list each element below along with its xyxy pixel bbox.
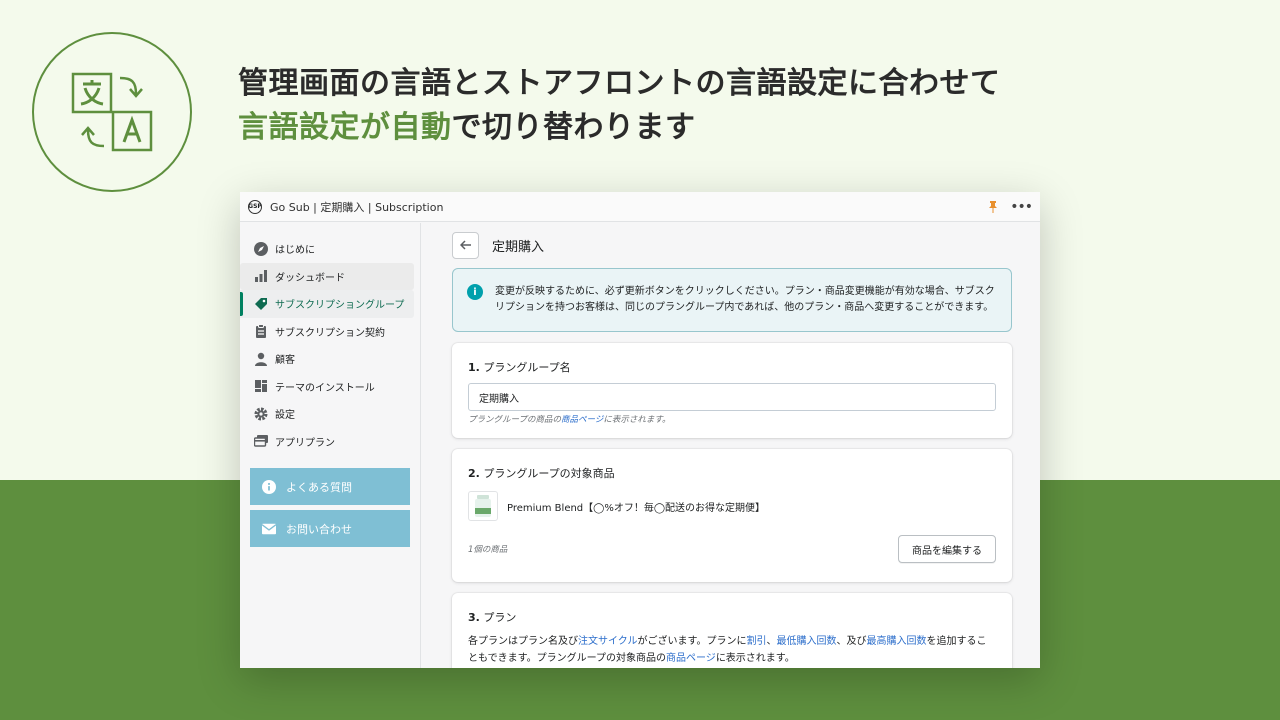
sidebar-item-label: アプリプラン [275,437,335,449]
plans-card: 3. プラン 各プランはプラン名及び注文サイクルがございます。プランに割引、最低… [452,593,1012,668]
card-icon [254,434,268,448]
sidebar-item-app-plan[interactable]: アプリプラン [240,428,414,456]
card-footer: 1個の商品 商品を編集する [468,535,996,563]
sidebar-item-label: サブスクリプション契約 [275,327,385,339]
sidebar-item-label: テーマのインストール [275,382,375,394]
app-logo: GSP [248,199,262,214]
sidebar-item-label: 設定 [275,410,295,422]
product-row[interactable]: Premium Blend【◯%オフ！毎◯配送のお得な定期便】 [468,491,996,521]
sidebar-item-theme-install[interactable]: テーマのインストール [240,373,414,401]
faq-button[interactable]: よくある質問 [250,468,410,505]
clipboard-icon [254,324,268,339]
page-title: 定期購入 [492,239,545,255]
sidebar-item-label: サブスクリプショングループ [275,300,405,312]
main-content: 定期購入 i 変更が反映するために、必ず更新ボタンをクリックしください。プラン・… [422,223,1040,668]
plan-group-name-input[interactable]: 定期購入 [468,383,996,411]
sidebar-item-label: ダッシュボード [275,272,345,284]
info-icon [262,479,276,494]
arrow-left-icon [459,240,471,250]
faq-label: よくある質問 [286,480,352,494]
section-title: 2. プラングループの対象商品 [468,467,615,480]
back-button[interactable] [452,231,479,259]
headline-line-2: 言語設定が自動で切り替わります [238,106,1001,150]
sidebar: はじめに ダッシュボード サブスクリプショングループ サブスクリプション契約 顧… [240,223,421,668]
product-name: Premium Blend【◯%オフ！毎◯配送のお得な定期便】 [507,502,766,514]
title-bar: GSP Go Sub | 定期購入 | Subscription ••• [240,192,1040,222]
mail-icon [262,522,276,536]
app-window: GSP Go Sub | 定期購入 | Subscription ••• はじめ… [240,192,1040,668]
help-text: プラングループの商品の商品ページに表示されます。 [468,415,671,425]
sidebar-item-settings[interactable]: 設定 [240,400,414,428]
sidebar-item-subscription-groups[interactable]: サブスクリプショングループ [240,290,414,318]
discount-link[interactable]: 割引 [747,636,767,647]
person-icon [254,352,268,366]
sidebar-item-subscription-contracts[interactable]: サブスクリプション契約 [240,318,414,346]
more-options-icon[interactable]: ••• [1010,199,1033,215]
section-title: 3. プラン [468,611,517,624]
order-cycle-link[interactable]: 注文サイクル [578,636,638,647]
contact-button[interactable]: お問い合わせ [250,510,410,547]
sidebar-item-label: はじめに [275,245,315,257]
headline-accent: 言語設定が自動 [238,110,452,145]
product-thumbnail [468,491,498,521]
sidebar-item-dashboard[interactable]: ダッシュボード [240,262,414,290]
compass-icon [254,241,268,256]
info-banner: i 変更が反映するために、必ず更新ボタンをクリックしください。プラン・商品変更機… [452,268,1012,332]
max-purchase-link[interactable]: 最高購入回数 [867,636,927,647]
pin-icon[interactable] [988,200,998,213]
headline-line-1: 管理画面の言語とストアフロントの言語設定に合わせて [238,66,1001,101]
plan-group-name-card: 1. プラングループ名 定期購入 プラングループの商品の商品ページに表示されます… [452,343,1012,438]
sidebar-item-customers[interactable]: 顧客 [240,345,414,373]
product-page-link[interactable]: 商品ページ [561,415,603,425]
banner-text: 変更が反映するために、必ず更新ボタンをクリックしください。プラン・商品変更機能が… [495,286,995,313]
bar-chart-icon [254,269,268,283]
info-icon: i [467,284,483,300]
sidebar-item-label: 顧客 [275,355,295,367]
gear-icon [254,407,268,421]
tag-icon [254,297,268,311]
edit-products-button[interactable]: 商品を編集する [898,535,996,563]
headline-rest: で切り替わります [451,110,696,145]
translate-icon [32,32,192,192]
contact-label: お問い合わせ [286,522,352,536]
plans-description: 各プランはプラン名及び注文サイクルがございます。プランに割引、最低購入回数、及び… [468,636,987,664]
product-page-link[interactable]: 商品ページ [666,653,716,664]
page-header: 定期購入 [452,223,1012,267]
product-count: 1個の商品 [468,545,508,555]
target-products-card: 2. プラングループの対象商品 Premium Blend【◯%オフ！毎◯配送の… [452,449,1012,582]
section-title: 1. プラングループ名 [468,361,571,374]
headline: 管理画面の言語とストアフロントの言語設定に合わせて 言語設定が自動で切り替わりま… [238,62,1001,150]
layout-icon [254,379,268,393]
sidebar-item-getting-started[interactable]: はじめに [240,235,414,263]
app-title: Go Sub | 定期購入 | Subscription [270,200,444,214]
min-purchase-link[interactable]: 最低購入回数 [777,636,837,647]
